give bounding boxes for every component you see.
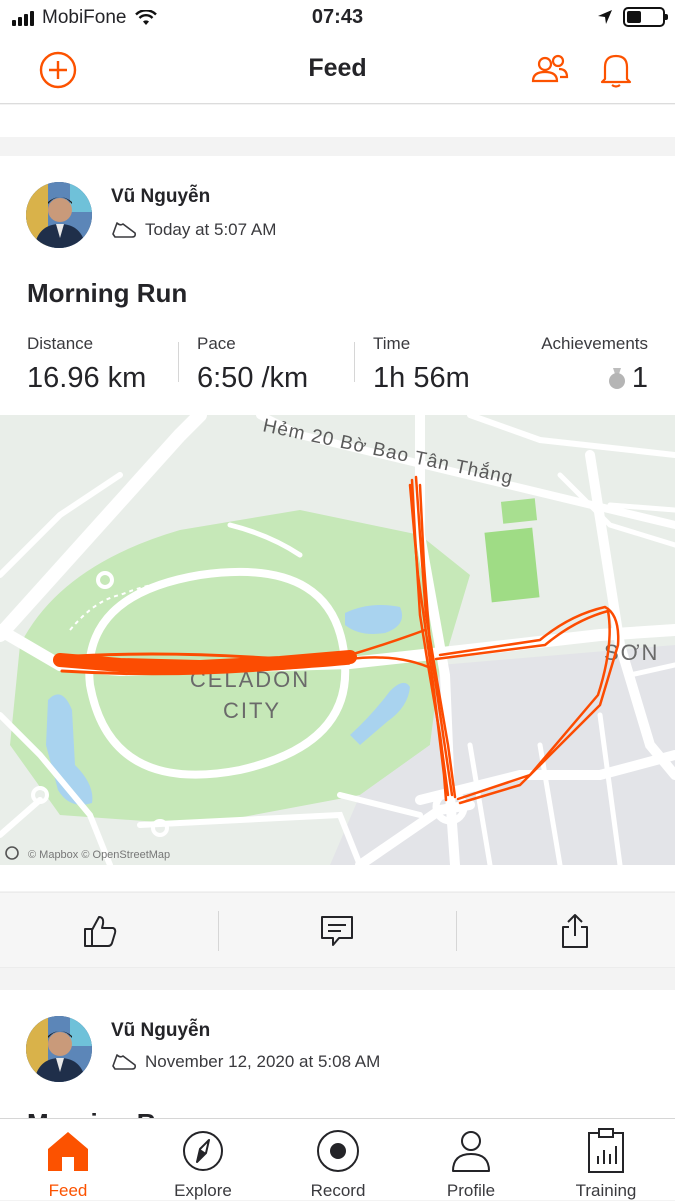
medal-icon: [608, 367, 625, 389]
activity-timestamp: November 12, 2020 at 5:08 AM: [145, 1052, 381, 1071]
avatar[interactable]: [26, 182, 92, 248]
tab-feed[interactable]: Feed: [13, 1127, 123, 1201]
action-divider: [218, 911, 219, 951]
tab-label: Record: [310, 1181, 366, 1200]
stat-value-row: 1: [541, 362, 648, 395]
activity-timestamp: Today at 5:07 AM: [145, 220, 277, 239]
activity-title[interactable]: Morning Run: [27, 1108, 187, 1118]
stat-label: Pace: [197, 334, 236, 353]
stat-divider: [178, 342, 179, 382]
nav-bar: Feed: [0, 36, 675, 104]
achievements-count: 1: [631, 362, 648, 394]
page-title: Feed: [308, 54, 367, 82]
stat-label: Distance: [27, 334, 94, 353]
stat-label: Time: [373, 334, 411, 353]
tab-bar: Feed Explore Record Profile Training: [0, 1118, 675, 1200]
tab-label: Profile: [446, 1181, 496, 1200]
activity-card[interactable]: Vũ Nguyễn November 12, 2020 at 5:08 AM M…: [0, 990, 675, 1118]
stat-pace: Pace 6:50 /km: [197, 334, 308, 395]
area-label: CITY: [223, 698, 281, 723]
sports-field: [500, 498, 538, 524]
athlete-name[interactable]: Vũ Nguyễn: [111, 186, 210, 208]
stat-time: Time 1h 56m: [373, 334, 470, 395]
route-map[interactable]: Hẻm 20 Bờ Bao Tân Thắng CELADON CITY SƠN…: [0, 415, 675, 865]
record-icon: [283, 1127, 393, 1175]
stat-distance: Distance 16.96 km: [27, 334, 146, 395]
activity-meta: November 12, 2020 at 5:08 AM: [111, 1052, 380, 1072]
activity-actions: [0, 892, 675, 968]
kudos-icon[interactable]: [80, 911, 120, 951]
tab-label: Explore: [174, 1181, 232, 1200]
action-divider: [456, 911, 457, 951]
find-friends-icon[interactable]: [530, 50, 570, 90]
compass-icon: [148, 1127, 258, 1175]
tab-label: Training: [575, 1181, 637, 1200]
tab-explore[interactable]: Explore: [148, 1127, 258, 1201]
stat-value: 16.96 km: [27, 362, 147, 394]
comment-icon[interactable]: [317, 911, 357, 951]
bell-icon[interactable]: [596, 50, 636, 90]
tab-training[interactable]: Training: [551, 1127, 661, 1201]
status-bar: MobiFone 07:43: [0, 0, 675, 36]
stat-value: 1h 56m: [373, 362, 470, 394]
map-attribution: © Mapbox © OpenStreetMap: [28, 849, 170, 861]
battery-icon: [623, 7, 668, 27]
share-icon[interactable]: [555, 911, 595, 951]
tab-profile[interactable]: Profile: [416, 1127, 526, 1201]
clock: 07:43: [311, 6, 364, 28]
shoe-icon: [112, 1054, 136, 1070]
stat-divider: [354, 342, 355, 382]
tab-label: Feed: [48, 1181, 88, 1200]
training-icon: [551, 1127, 661, 1175]
home-icon: [13, 1127, 123, 1175]
activity-title[interactable]: Morning Run: [27, 278, 187, 309]
stat-label: Achievements: [541, 334, 648, 353]
athlete-name[interactable]: Vũ Nguyễn: [111, 1020, 210, 1042]
location-arrow-icon: [598, 10, 612, 24]
feed-top-strip: [0, 105, 675, 137]
map-canvas: Hẻm 20 Bờ Bao Tân Thắng CELADON CITY SƠN…: [0, 415, 675, 865]
avatar[interactable]: [26, 1016, 92, 1082]
profile-icon: [416, 1127, 526, 1175]
stat-achievements[interactable]: Achievements 1: [541, 334, 648, 395]
tab-record[interactable]: Record: [283, 1127, 393, 1201]
activity-stats: Distance 16.96 km Pace 6:50 /km Time 1h …: [0, 334, 675, 404]
shoe-icon: [112, 222, 136, 238]
sports-field: [484, 527, 540, 603]
activity-meta: Today at 5:07 AM: [111, 220, 276, 240]
stat-value: 6:50 /km: [197, 362, 309, 394]
